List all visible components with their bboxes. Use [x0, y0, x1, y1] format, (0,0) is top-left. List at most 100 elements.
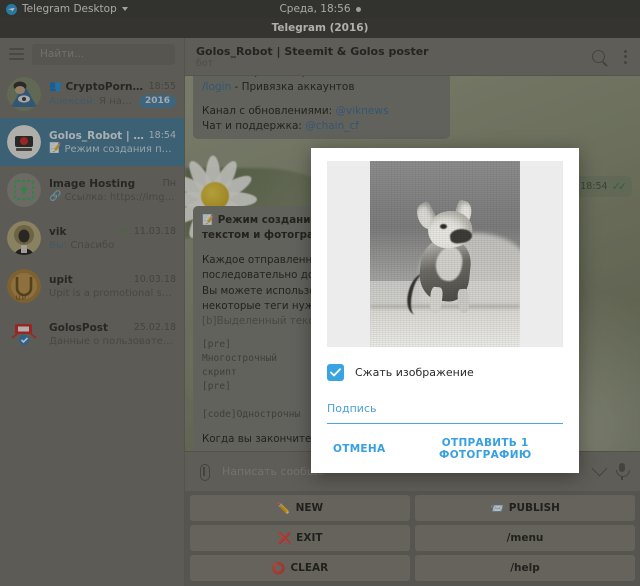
- bot-keyboard-row: ❌ EXIT /menu: [190, 525, 635, 551]
- chaincf-mention-link[interactable]: @chain_cf: [305, 120, 359, 132]
- chat-header-info[interactable]: Golos_Robot | Steemit & Golos poster бот: [196, 45, 592, 69]
- search-placeholder: Найти...: [40, 48, 85, 60]
- group-icon: 👥: [49, 80, 62, 92]
- sidebar-toolbar: Найти...: [0, 38, 184, 70]
- chat-list-item-golospost[interactable]: GolosPost 25.02.18 Данные о пользователе…: [0, 310, 184, 358]
- double-check-icon: ✓✓: [611, 180, 628, 193]
- avatar-cryptoporn: [7, 77, 41, 111]
- chat-item-body: vik ✓✓ 11.03.18 Вы: Спасибо: [49, 226, 176, 251]
- chat-item-time: 10.03.18: [133, 274, 176, 285]
- chat-item-name: Golos_Robot | Steem...: [49, 129, 145, 142]
- chat-item-name: CryptoPorn 🍆 Д...: [65, 81, 144, 93]
- bot-button-label: NEW: [295, 502, 324, 514]
- message-bubble-outgoing[interactable]: 18:54 ✓✓: [570, 176, 632, 197]
- chat-list-item-golos-robot[interactable]: Golos_Robot | Steem... 18:54 📝 Режим соз…: [0, 118, 184, 166]
- hamburger-menu-icon[interactable]: [9, 48, 24, 60]
- caption-input[interactable]: Подпись: [327, 397, 563, 424]
- cross-mark-emoji: ❌: [277, 531, 292, 545]
- avatar-golos-robot: [7, 125, 41, 159]
- chat-item-preview: Алексей: Я написал ...: [49, 96, 136, 107]
- chat-list[interactable]: 👥 CryptoPorn 🍆 Д... 18:55 Алексей: Я нап…: [0, 70, 184, 586]
- chat-item-preview: Вы: Спасибо: [49, 239, 115, 251]
- bot-keyboard: ✏️ NEW 📨 PUBLISH ❌ EXIT /menu ⭕ CLEAR /h…: [185, 491, 640, 586]
- chat-list-item-image-hosting[interactable]: Image Hosting Пн 🔗 Ссылка: https://img.t…: [0, 166, 184, 214]
- chat-item-body: GolosPost 25.02.18 Данные о пользователе…: [49, 322, 176, 347]
- search-icon[interactable]: [592, 50, 605, 63]
- double-check-icon: ✓✓: [115, 226, 130, 237]
- message-time: 18:54: [580, 181, 608, 192]
- chat-item-name: Image Hosting: [49, 177, 136, 190]
- chat-item-time: Пн: [162, 178, 176, 189]
- status-dot-icon: [355, 6, 361, 12]
- chat-header-actions: [592, 48, 629, 66]
- sidebar: Найти... 👥 CryptoPorn 18:55 Алексей: Я н…: [0, 38, 185, 586]
- compress-image-label: Сжать изображение: [355, 366, 474, 379]
- message-input-placeholder: Написать сообще: [222, 465, 324, 478]
- chat-item-preview: Режим создания поста....: [64, 143, 176, 155]
- bot-button-label: EXIT: [296, 532, 323, 544]
- chat-item-preview: Ссылка: https://img.tgla...: [64, 191, 176, 203]
- message-bubble-incoming-commands[interactable]: 18:54 /start - Сброс настроек /login - П…: [193, 76, 450, 139]
- bot-keyboard-row: ⭕ CLEAR /help: [190, 555, 635, 581]
- bot-keyboard-row: ✏️ NEW 📨 PUBLISH: [190, 495, 635, 521]
- chat-list-item-vik[interactable]: vik ✓✓ 11.03.18 Вы: Спасибо: [0, 214, 184, 262]
- chat-item-body: 👥 CryptoPorn 🍆 Д... 18:55 Алексей: Я нап…: [49, 80, 176, 108]
- bot-button-label: /menu: [506, 532, 544, 544]
- command-start-link[interactable]: /start: [202, 76, 230, 78]
- dialog-actions: ОТМЕНА ОТПРАВИТЬ 1 ФОТОГРАФИЮ: [327, 437, 563, 461]
- chat-item-preview: Upit is a promotional servic...: [49, 287, 176, 299]
- unread-badge: 2016: [138, 95, 176, 108]
- compress-option-row: Сжать изображение: [327, 347, 563, 381]
- svg-text:U P: U P: [16, 296, 26, 302]
- send-photo-button[interactable]: ОТПРАВИТЬ 1 ФОТОГРАФИЮ: [407, 437, 563, 461]
- command-login-desc: - Привязка аккаунтов: [231, 80, 355, 93]
- cancel-button[interactable]: ОТМЕНА: [333, 443, 385, 455]
- bot-button-label: PUBLISH: [508, 502, 560, 514]
- command-start-desc: - Сброс настроек: [230, 76, 327, 78]
- telegram-desktop-window: Telegram Desktop Среда, 18:56 Telegram (…: [0, 0, 640, 586]
- red-circle-emoji: ⭕: [271, 561, 286, 575]
- avatar-image-hosting: [7, 173, 41, 207]
- chat-item-name: vik: [49, 225, 67, 238]
- chat-item-name: GolosPost: [49, 321, 109, 334]
- window-title: Telegram (2016): [271, 22, 369, 34]
- compress-image-checkbox[interactable]: [327, 364, 344, 381]
- chat-item-preview: Данные о пользователе go...: [49, 335, 176, 347]
- bot-button-help[interactable]: /help: [415, 555, 635, 581]
- chat-item-time: 11.03.18: [133, 226, 176, 237]
- os-clock: Среда, 18:56: [279, 3, 351, 15]
- bot-button-new[interactable]: ✏️ NEW: [190, 495, 410, 521]
- memo-emoji: 📝: [202, 215, 215, 226]
- search-input[interactable]: Найти...: [32, 43, 175, 65]
- chat-item-name: upit: [49, 273, 73, 286]
- chat-item-body: upit 10.03.18 Upit is a promotional serv…: [49, 274, 176, 299]
- bot-button-exit[interactable]: ❌ EXIT: [190, 525, 410, 551]
- bot-button-label: /help: [510, 562, 540, 574]
- microphone-icon[interactable]: [615, 463, 630, 480]
- bot-button-publish[interactable]: 📨 PUBLISH: [415, 495, 635, 521]
- channel-label: Канал с обновлениями:: [202, 104, 336, 117]
- chat-item-body: Image Hosting Пн 🔗 Ссылка: https://img.t…: [49, 178, 176, 203]
- more-options-icon[interactable]: [622, 48, 629, 66]
- window-titlebar: Telegram (2016): [0, 18, 640, 38]
- photo-preview-dog: [370, 161, 520, 347]
- pencil-emoji: ✏️: [276, 501, 291, 515]
- avatar-upit: U P: [7, 269, 41, 303]
- chat-list-item-upit[interactable]: U P upit 10.03.18 Upit is a promotional …: [0, 262, 184, 310]
- chevron-down-icon[interactable]: [591, 460, 608, 477]
- send-photo-dialog: Сжать изображение Подпись ОТМЕНА ОТПРАВИ…: [311, 148, 579, 473]
- avatar-vik: [7, 221, 41, 255]
- photo-preview-container: [327, 161, 563, 347]
- chat-list-item-cryptoporn[interactable]: 👥 CryptoPorn 🍆 Д... 18:55 Алексей: Я нап…: [0, 70, 184, 118]
- bot-button-label: CLEAR: [290, 562, 329, 574]
- bot-button-clear[interactable]: ⭕ CLEAR: [190, 555, 410, 581]
- paperclip-icon[interactable]: [196, 463, 212, 481]
- memo-emoji: 📝: [49, 143, 62, 154]
- chat-item-body: Golos_Robot | Steem... 18:54 📝 Режим соз…: [49, 130, 176, 155]
- viknews-mention-link[interactable]: @viknews: [336, 105, 389, 117]
- command-login-link[interactable]: /login: [202, 81, 231, 93]
- link-emoji: 🔗: [49, 191, 62, 202]
- bot-button-menu[interactable]: /menu: [415, 525, 635, 551]
- chat-item-time: 25.02.18: [133, 322, 176, 333]
- os-clock-area[interactable]: Среда, 18:56: [0, 3, 640, 15]
